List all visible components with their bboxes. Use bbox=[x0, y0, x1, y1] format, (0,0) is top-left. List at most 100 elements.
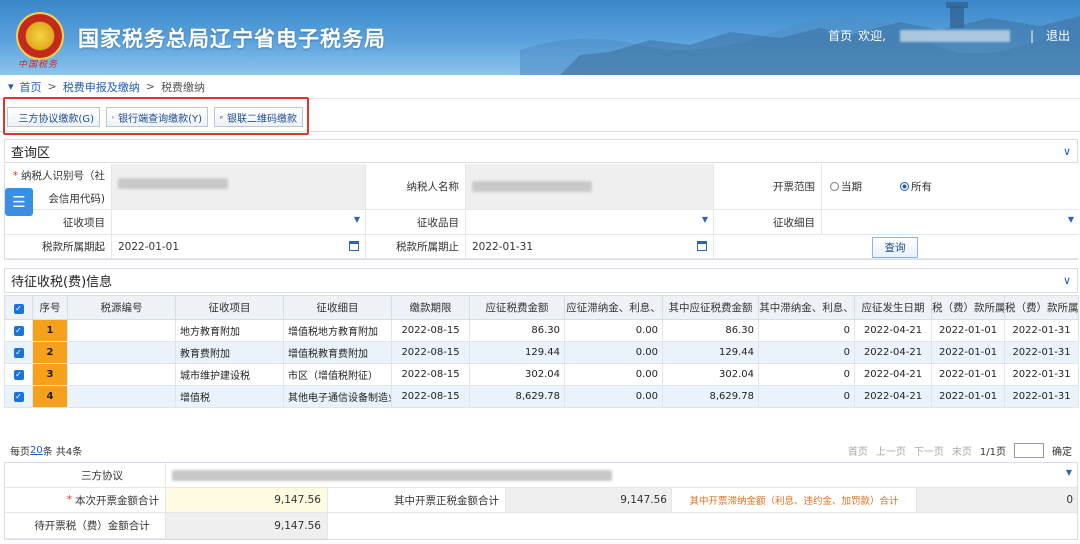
query-panel-title: 查询区 bbox=[11, 145, 51, 161]
taxpayer-name-field[interactable] bbox=[466, 164, 714, 210]
last-page-button[interactable]: 末页 bbox=[952, 443, 972, 458]
levy-product-select[interactable]: ▼ bbox=[466, 210, 714, 235]
late-total-label: 其中开票滞纳金额（利息、违约金、加罚款）合计 bbox=[672, 488, 917, 513]
row-end: 2022-01-31 bbox=[1004, 385, 1079, 408]
row-seq: 1 bbox=[32, 319, 68, 342]
three-party-pay-button[interactable]: 三方协议缴款(G) bbox=[7, 107, 100, 127]
national-emblem-icon bbox=[16, 12, 64, 60]
table-header-row: ✓ 序号 税源编号 征收项目 征收细目 缴款期限 应征税费金额 应征滞纳金、利息… bbox=[4, 295, 1079, 320]
home-link[interactable]: 首页 bbox=[828, 27, 852, 44]
invoice-scope-radios: 当期 所有 bbox=[822, 164, 1079, 210]
breadcrumb-level2: 税费缴纳 bbox=[160, 80, 205, 94]
row-date: 2022-04-21 bbox=[854, 385, 932, 408]
row-start: 2022-01-01 bbox=[931, 385, 1005, 408]
calendar-icon[interactable] bbox=[697, 241, 707, 251]
col-header: 应征税费金额 bbox=[469, 295, 565, 320]
breadcrumb-home[interactable]: 首页 bbox=[20, 79, 42, 95]
col-header: 税（费）款所属 bbox=[931, 295, 1005, 320]
row-source bbox=[67, 341, 176, 364]
scope-all-radio[interactable]: 所有 bbox=[900, 179, 932, 194]
row-end: 2022-01-31 bbox=[1004, 341, 1079, 364]
invoice-total-field[interactable]: 9,147.56 bbox=[166, 488, 328, 513]
row-seq: 3 bbox=[32, 363, 68, 386]
row-late: 0.00 bbox=[564, 319, 663, 342]
period-end-value: 2022-01-31 bbox=[472, 240, 534, 253]
totals-form: 三方协议 ▼ * 本次开票金额合计 9,147.56 其中开票正税金额合计 9,1… bbox=[4, 462, 1078, 540]
calendar-icon[interactable] bbox=[349, 241, 359, 251]
table-row[interactable]: ✓ 2 教育费附加 增值税教育费附加 2022-08-15 129.44 0.0… bbox=[4, 341, 1079, 364]
taxpayer-id-redacted bbox=[118, 178, 228, 189]
top-nav: 首页 欢迎, | 退出 bbox=[828, 27, 1070, 44]
row-start: 2022-01-01 bbox=[931, 319, 1005, 342]
pending-rows: ✓ 1 地方教育附加 增值税地方教育附加 2022-08-15 86.30 0.… bbox=[4, 319, 1079, 408]
first-page-button[interactable]: 首页 bbox=[848, 443, 868, 458]
next-page-button[interactable]: 下一页 bbox=[914, 443, 944, 458]
table-row[interactable]: ✓ 1 地方教育附加 增值税地方教育附加 2022-08-15 86.30 0.… bbox=[4, 319, 1079, 342]
row-checkbox[interactable]: ✓ bbox=[4, 385, 33, 408]
row-subitem: 其他电子通信设备制造业 bbox=[283, 385, 392, 408]
row-sub-amount: 86.30 bbox=[662, 319, 759, 342]
page-jump-confirm[interactable]: 确定 bbox=[1052, 443, 1072, 458]
chevron-down-icon[interactable]: ∨ bbox=[1063, 145, 1071, 158]
col-header: 征收细目 bbox=[283, 295, 392, 320]
row-checkbox[interactable]: ✓ bbox=[4, 363, 33, 386]
agreement-label: 三方协议 bbox=[5, 463, 166, 488]
row-checkbox[interactable]: ✓ bbox=[4, 341, 33, 364]
row-sub-late: 0 bbox=[758, 363, 855, 386]
page-size-link[interactable]: 20 bbox=[30, 445, 43, 456]
pending-panel-header[interactable]: 待征收税(费)信息 ∨ bbox=[4, 268, 1078, 293]
pager-controls: 首页 上一页 下一页 末页 1/1页 确定 bbox=[848, 442, 1072, 458]
row-deadline: 2022-08-15 bbox=[391, 363, 470, 386]
levy-item-select[interactable]: ▼ bbox=[112, 210, 366, 235]
row-sub-amount: 302.04 bbox=[662, 363, 759, 386]
menu-toggle-icon[interactable]: ☰ bbox=[5, 188, 33, 216]
pending-invoice-label: 待开票税（费）金额合计 bbox=[5, 513, 166, 539]
taxpayer-id-field[interactable] bbox=[112, 164, 366, 210]
scope-current-radio[interactable]: 当期 bbox=[830, 179, 862, 194]
row-subitem: 增值税教育费附加 bbox=[283, 341, 392, 364]
col-header: 税（费）款所属 bbox=[1004, 295, 1079, 320]
row-sub-amount: 129.44 bbox=[662, 341, 759, 364]
unionpay-qr-label: 银联二维码缴款 bbox=[227, 113, 297, 125]
period-end-label: 税款所属期止 bbox=[366, 235, 466, 259]
bank-query-pay-button[interactable]: 银行端查询缴款(Y) bbox=[106, 107, 208, 127]
pager-prefix: 每页 bbox=[10, 446, 30, 458]
row-amount: 302.04 bbox=[469, 363, 565, 386]
period-start-label: 税款所属期起 bbox=[5, 235, 112, 259]
table-row[interactable]: ✓ 4 增值税 其他电子通信设备制造业 2022-08-15 8,629.78 … bbox=[4, 385, 1079, 408]
row-date: 2022-04-21 bbox=[854, 341, 932, 364]
table-row[interactable]: ✓ 3 城市维护建设税 市区（增值税附征） 2022-08-15 302.04 … bbox=[4, 363, 1079, 386]
row-date: 2022-04-21 bbox=[854, 363, 932, 386]
unionpay-qr-button[interactable]: 银联二维码缴款 bbox=[214, 107, 303, 127]
period-end-field[interactable]: 2022-01-31 bbox=[466, 235, 714, 259]
row-checkbox[interactable]: ✓ bbox=[4, 319, 33, 342]
logout-link[interactable]: 退出 bbox=[1046, 27, 1070, 44]
period-start-field[interactable]: 2022-01-01 bbox=[112, 235, 366, 259]
nav-separator: | bbox=[1029, 28, 1034, 43]
pending-invoice-value: 9,147.56 bbox=[166, 513, 328, 539]
pagination: 每页 20 条 共4条 首页 上一页 下一页 末页 1/1页 确定 bbox=[4, 440, 1078, 460]
row-source bbox=[67, 363, 176, 386]
row-deadline: 2022-08-15 bbox=[391, 385, 470, 408]
breadcrumb-level1[interactable]: 税费申报及缴纳 bbox=[63, 79, 140, 95]
row-seq: 4 bbox=[32, 385, 68, 408]
three-party-pay-label: 三方协议缴款(G) bbox=[18, 113, 94, 125]
chevron-down-icon[interactable]: ∨ bbox=[1063, 274, 1071, 287]
agreement-select[interactable]: ▼ bbox=[166, 463, 1077, 488]
normal-total-label: 其中开票正税金额合计 bbox=[328, 488, 506, 513]
query-button[interactable]: 查询 bbox=[872, 237, 918, 258]
document-icon bbox=[112, 116, 114, 118]
select-all-checkbox[interactable]: ✓ bbox=[4, 295, 33, 320]
bank-query-pay-label: 银行端查询缴款(Y) bbox=[118, 113, 202, 125]
invoice-total-label: * 本次开票金额合计 bbox=[5, 488, 166, 513]
page-jump-input[interactable] bbox=[1014, 442, 1044, 458]
welcome-text: 欢迎, bbox=[858, 29, 886, 43]
row-end: 2022-01-31 bbox=[1004, 319, 1079, 342]
levy-subitem-select[interactable]: ▼ bbox=[822, 210, 1079, 235]
breadcrumb-sep: > bbox=[145, 80, 155, 93]
row-deadline: 2022-08-15 bbox=[391, 341, 470, 364]
breadcrumb-sep: > bbox=[47, 80, 57, 93]
query-panel-header[interactable]: 查询区 ∨ bbox=[4, 139, 1078, 163]
row-deadline: 2022-08-15 bbox=[391, 319, 470, 342]
prev-page-button[interactable]: 上一页 bbox=[876, 443, 906, 458]
